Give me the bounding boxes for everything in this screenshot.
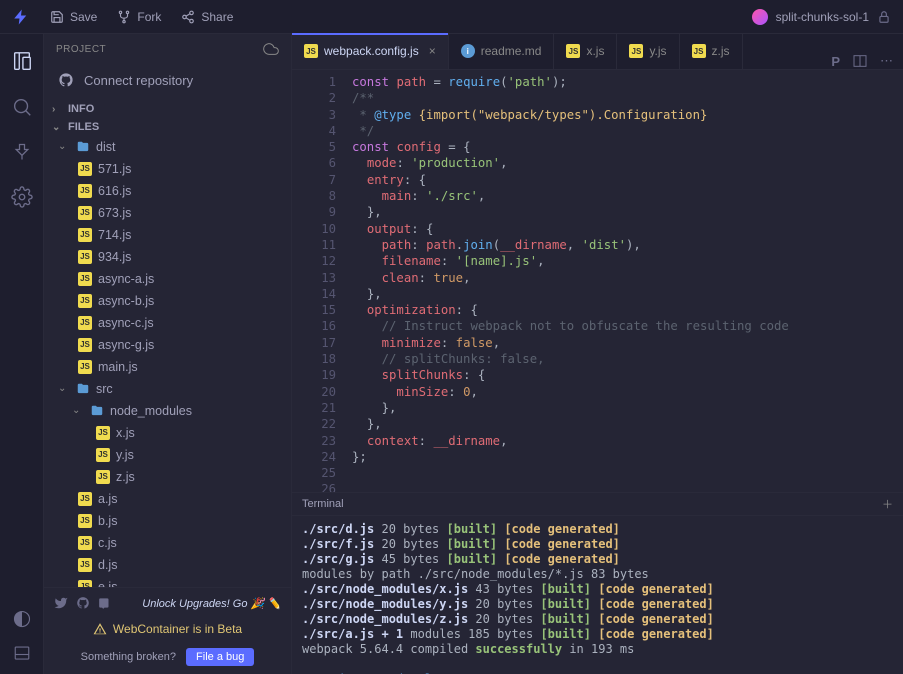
title-bar: Save Fork Share split-chunks-sol-1 (0, 0, 903, 34)
tree-item-e.js[interactable]: JSe.js (44, 576, 291, 587)
sidebar: PROJECT Connect repository ›INFO ⌄FILES … (44, 34, 292, 674)
connect-repository-button[interactable]: Connect repository (44, 64, 291, 96)
terminal-tab[interactable]: Terminal (302, 498, 344, 510)
info-section[interactable]: ›INFO (44, 100, 291, 118)
code-editor[interactable]: 1234567891011121314151617181920212223242… (292, 70, 903, 492)
theme-icon[interactable] (13, 610, 31, 628)
tab-y.js[interactable]: JSy.js (617, 33, 679, 69)
tree-item-async-a.js[interactable]: JSasync-a.js (44, 268, 291, 290)
tree-item-673.js[interactable]: JS673.js (44, 202, 291, 224)
add-terminal-button[interactable]: ＋ (882, 496, 893, 512)
broken-label: Something broken? (81, 651, 176, 663)
github-icon (58, 72, 74, 88)
save-button[interactable]: Save (50, 10, 97, 24)
webcontainer-notice: WebContainer is in Beta (54, 616, 281, 642)
layout-icon[interactable] (13, 644, 31, 662)
tree-item-c.js[interactable]: JSc.js (44, 532, 291, 554)
ports-icon[interactable] (12, 142, 32, 162)
search-icon[interactable] (11, 96, 33, 118)
files-section[interactable]: ⌄FILES (44, 118, 291, 136)
footer-socials: Unlock Upgrades! Go 🎉 ✏️ (54, 596, 281, 616)
tree-item-src[interactable]: ⌄src (44, 378, 291, 400)
editor-tabs: JSwebpack.config.js×ireadme.mdJSx.jsJSy.… (292, 34, 903, 70)
tree-item-616.js[interactable]: JS616.js (44, 180, 291, 202)
terminal-tabs: Terminal ＋ (292, 493, 903, 516)
explorer-icon[interactable] (11, 50, 33, 72)
tree-item-x.js[interactable]: JSx.js (44, 422, 291, 444)
tab-readme.md[interactable]: ireadme.md (449, 33, 555, 69)
tree-item-async-c.js[interactable]: JSasync-c.js (44, 312, 291, 334)
tree-item-node_modules[interactable]: ⌄node_modules (44, 400, 291, 422)
tree-item-714.js[interactable]: JS714.js (44, 224, 291, 246)
settings-icon[interactable] (11, 186, 33, 208)
cloud-icon[interactable] (263, 41, 279, 57)
close-icon[interactable]: × (429, 44, 436, 58)
tab-x.js[interactable]: JSx.js (554, 33, 617, 69)
tree-item-z.js[interactable]: JSz.js (44, 466, 291, 488)
unlock-upgrades[interactable]: Unlock Upgrades! Go 🎉 ✏️ (142, 597, 281, 610)
more-icon[interactable]: ⋯ (880, 53, 893, 69)
tree-item-a.js[interactable]: JSa.js (44, 488, 291, 510)
logo-icon (12, 8, 30, 26)
tree-item-async-g.js[interactable]: JSasync-g.js (44, 334, 291, 356)
tree-item-async-b.js[interactable]: JSasync-b.js (44, 290, 291, 312)
tree-item-934.js[interactable]: JS934.js (44, 246, 291, 268)
share-button[interactable]: Share (181, 10, 233, 24)
terminal[interactable]: ./src/d.js 20 bytes [built] [code genera… (292, 516, 903, 674)
fork-button[interactable]: Fork (117, 10, 161, 24)
tree-item-main.js[interactable]: JSmain.js (44, 356, 291, 378)
twitter-icon[interactable] (54, 596, 68, 610)
avatar-icon (752, 9, 768, 25)
sidebar-header: PROJECT (44, 34, 291, 64)
lock-icon (877, 10, 891, 24)
activity-bar (0, 34, 44, 674)
project-title[interactable]: split-chunks-sol-1 (752, 9, 891, 25)
tree-item-y.js[interactable]: JSy.js (44, 444, 291, 466)
tree-item-d.js[interactable]: JSd.js (44, 554, 291, 576)
tab-webpack.config.js[interactable]: JSwebpack.config.js× (292, 33, 449, 69)
prettier-icon[interactable]: P (831, 54, 840, 69)
github-icon[interactable] (76, 596, 90, 610)
discord-icon[interactable] (98, 596, 112, 610)
tab-z.js[interactable]: JSz.js (680, 33, 743, 69)
tree-item-dist[interactable]: ⌄dist (44, 136, 291, 158)
tree-item-571.js[interactable]: JS571.js (44, 158, 291, 180)
tree-item-b.js[interactable]: JSb.js (44, 510, 291, 532)
file-bug-button[interactable]: File a bug (186, 648, 254, 666)
split-editor-icon[interactable] (852, 53, 868, 69)
